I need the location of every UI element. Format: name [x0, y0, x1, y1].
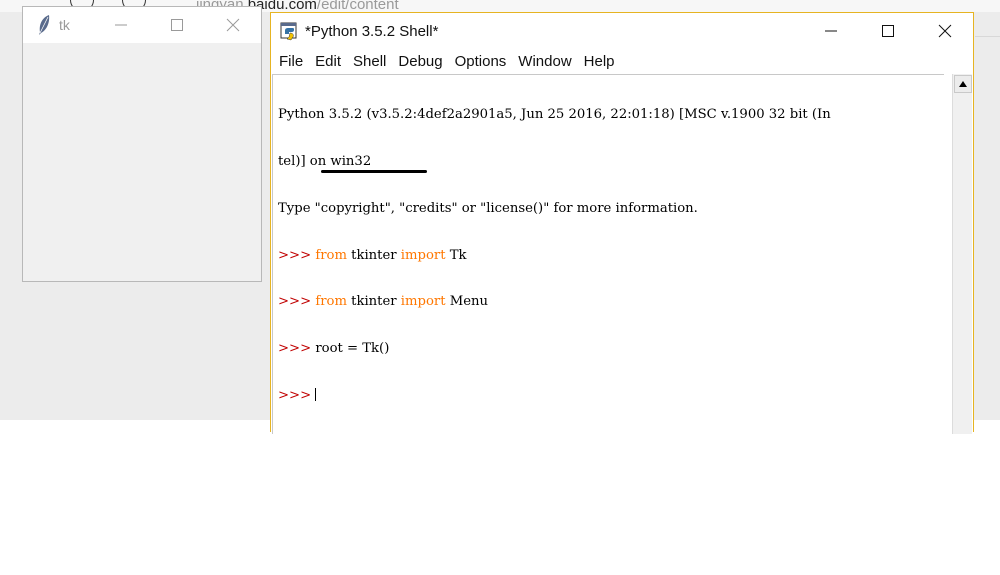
- scroll-up-button[interactable]: [954, 75, 972, 93]
- banner-line: Python 3.5.2 (v3.5.2:4def2a2901a5, Jun 2…: [278, 107, 831, 123]
- close-icon: [226, 18, 240, 32]
- window-title: tk: [59, 17, 70, 33]
- keyword: from: [315, 247, 347, 263]
- menu-help[interactable]: Help: [579, 49, 620, 75]
- menu-file[interactable]: File: [274, 49, 308, 75]
- menu-debug[interactable]: Debug: [393, 49, 447, 75]
- maximize-button[interactable]: [859, 13, 916, 49]
- tk-window-body: [23, 43, 261, 281]
- shell-titlebar[interactable]: *Python 3.5.2 Shell*: [271, 13, 973, 49]
- python-idle-icon: [279, 20, 301, 42]
- close-button[interactable]: [916, 13, 973, 49]
- keyword: import: [400, 294, 446, 310]
- maximize-icon: [881, 25, 894, 37]
- shell-text-area[interactable]: Python 3.5.2 (v3.5.2:4def2a2901a5, Jun 2…: [272, 74, 944, 434]
- window-title: *Python 3.5.2 Shell*: [305, 22, 439, 40]
- prompt: >>>: [278, 341, 316, 357]
- menu-bar: File Edit Shell Debug Options Window Hel…: [271, 49, 973, 75]
- maximize-icon: [171, 19, 183, 31]
- minimize-button[interactable]: [93, 7, 149, 43]
- input-line[interactable]: >>>: [278, 387, 831, 404]
- keyword: from: [315, 294, 347, 310]
- menu-shell[interactable]: Shell: [348, 49, 391, 75]
- annotation-underline: [321, 170, 427, 173]
- banner-line: tel)] on win32: [278, 153, 372, 169]
- vertical-scrollbar[interactable]: [952, 74, 972, 434]
- close-icon: [938, 24, 951, 38]
- menu-edit[interactable]: Edit: [310, 49, 346, 75]
- command-line: >>> root = Tk(): [278, 341, 390, 357]
- tk-window[interactable]: tk: [22, 6, 262, 282]
- menu-options[interactable]: Options: [450, 49, 512, 75]
- triangle-up-icon: [959, 81, 967, 87]
- banner-line: Type "copyright", "credits" or "license(…: [278, 200, 698, 216]
- prompt: >>>: [278, 294, 316, 310]
- command-line: >>> from tkinter import Tk: [278, 247, 467, 263]
- divider: [975, 36, 1000, 37]
- close-button[interactable]: [205, 7, 261, 43]
- prompt: >>>: [278, 387, 316, 403]
- menu-window[interactable]: Window: [513, 49, 576, 75]
- prompt: >>>: [278, 247, 316, 263]
- python-shell-window[interactable]: *Python 3.5.2 Shell* File Edit Shell Deb…: [270, 12, 974, 434]
- command-line: >>> from tkinter import Menu: [278, 294, 488, 310]
- minimize-icon: [115, 24, 127, 26]
- minimize-icon: [824, 30, 837, 32]
- feather-icon: [35, 14, 53, 36]
- maximize-button[interactable]: [149, 7, 205, 43]
- tk-titlebar[interactable]: tk: [23, 7, 261, 43]
- text-cursor: [315, 387, 317, 401]
- minimize-button[interactable]: [802, 13, 859, 49]
- keyword: import: [400, 247, 446, 263]
